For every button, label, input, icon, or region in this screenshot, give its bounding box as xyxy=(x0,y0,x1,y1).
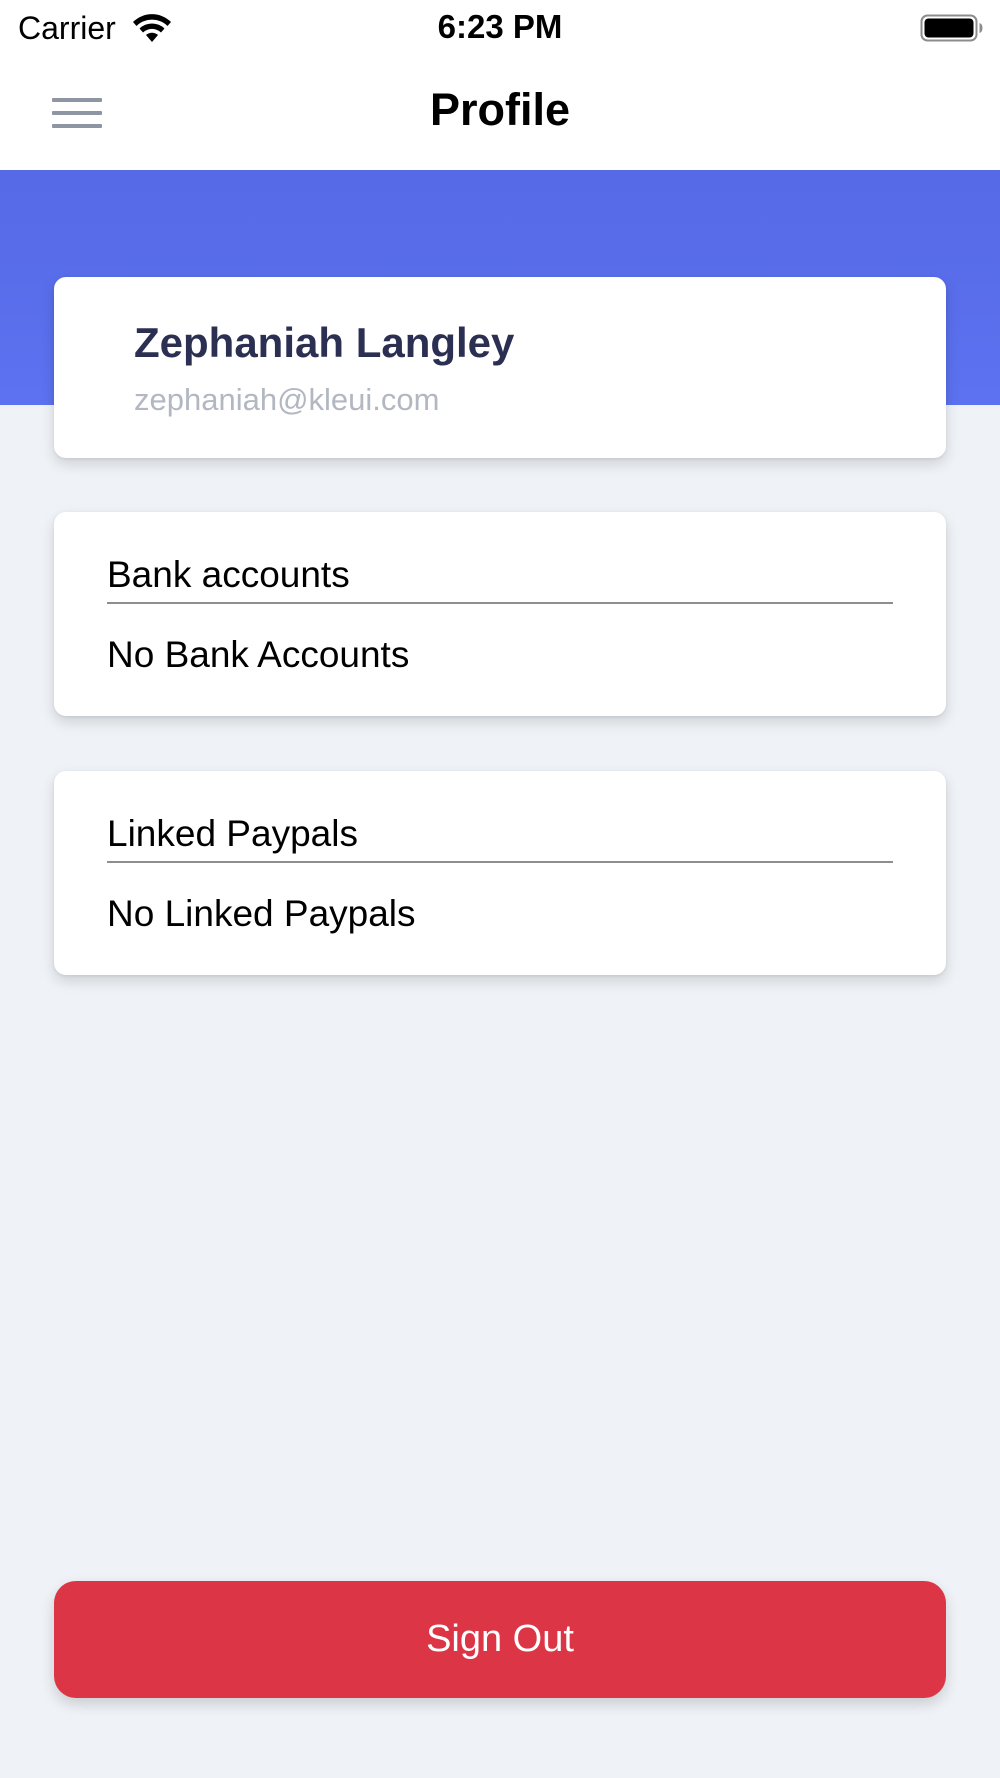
nav-bar: Profile xyxy=(0,56,1000,170)
linked-paypals-empty-text: No Linked Paypals xyxy=(107,893,416,934)
profile-card: Zephaniah Langley zephaniah@kleui.com xyxy=(54,277,946,458)
profile-email: zephaniah@kleui.com xyxy=(134,382,440,417)
battery-icon xyxy=(920,14,983,42)
bank-accounts-divider xyxy=(107,602,893,604)
status-time: 6:23 PM xyxy=(437,8,563,45)
bank-accounts-card: Bank accounts No Bank Accounts xyxy=(54,512,946,716)
linked-paypals-card: Linked Paypals No Linked Paypals xyxy=(54,771,946,975)
linked-paypals-title: Linked Paypals xyxy=(107,813,358,854)
profile-name: Zephaniah Langley xyxy=(134,319,515,366)
linked-paypals-divider xyxy=(107,861,893,863)
status-bar: Carrier 6:23 PM xyxy=(0,0,1000,56)
bank-accounts-empty-text: No Bank Accounts xyxy=(107,634,410,675)
sign-out-button[interactable]: Sign Out xyxy=(54,1581,946,1698)
page-title: Profile xyxy=(429,84,571,135)
bank-accounts-title: Bank accounts xyxy=(107,554,350,595)
